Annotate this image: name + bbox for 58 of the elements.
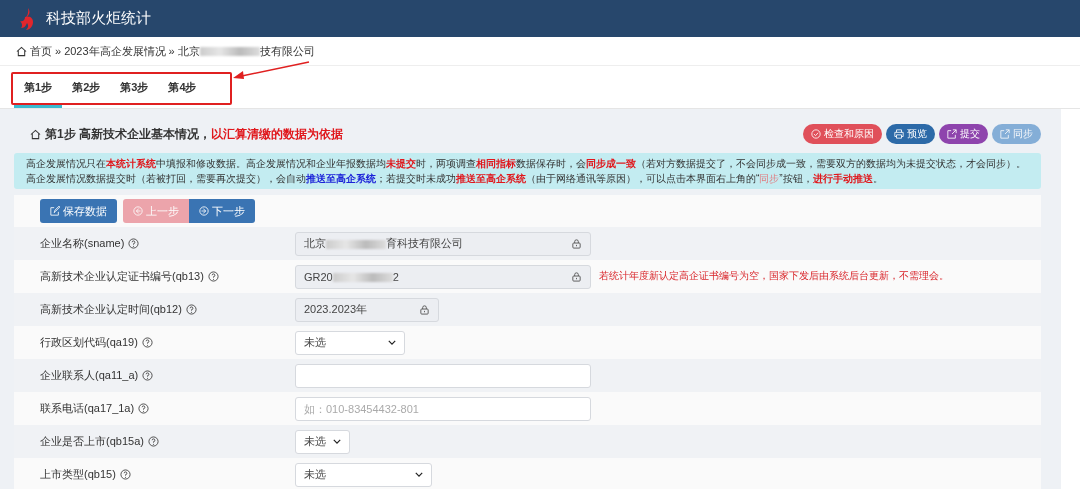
- field-label: 高新技术企业认定时间(qb12): [40, 302, 182, 317]
- caret-icon: [415, 472, 423, 477]
- help-icon[interactable]: [138, 403, 150, 414]
- breadcrumb-link[interactable]: 2023年高企发展情况: [64, 43, 166, 59]
- share-icon: [947, 129, 957, 139]
- edit-icon: [50, 206, 60, 216]
- check-circle-icon: [811, 129, 821, 139]
- left-arrow-icon: [133, 206, 143, 216]
- locked-field: 北京 育科技有限公司: [295, 231, 591, 256]
- home-icon: [30, 128, 41, 140]
- action-button[interactable]: 预览: [886, 124, 935, 144]
- home-icon: [16, 45, 27, 57]
- breadcrumb-separator: »: [168, 45, 175, 57]
- step-tab[interactable]: 第2步: [62, 72, 111, 108]
- select-field[interactable]: 未选: [295, 462, 432, 487]
- field-label: 企业联系人(qa11_a): [40, 368, 139, 383]
- field-label: 行政区划代码(qa19): [40, 335, 138, 350]
- action-button[interactable]: 提交: [939, 124, 988, 144]
- help-icon[interactable]: [128, 238, 140, 249]
- text-field[interactable]: 如：010-83454432-801: [295, 396, 591, 421]
- select-field[interactable]: 未选: [295, 330, 405, 355]
- notice-text: 高企发展情况只在本统计系统中填报和修改数据。高企发展情况和企业年报数据均未提交时，两项调查相同指标数据保存时，会同步成一致（若对方数据提交了，不会同步成一致，需要双方的数据均为未提交状态，才会同步）。高企发展情况数据提交时（若被打回，需要再次提交），会自动推送至高企系统；若提交时未成功推送至高企系统（由于网络通讯等原因），可以点击本界面右上角的“同步”按钮，进行手动推送。: [14, 153, 1041, 189]
- breadcrumb-link[interactable]: 首页: [30, 43, 52, 59]
- blurred-text: [326, 239, 386, 249]
- lock-icon: [419, 304, 430, 315]
- step-tab[interactable]: 第4步: [158, 72, 207, 108]
- help-icon[interactable]: [185, 304, 197, 315]
- caret-icon: [388, 340, 396, 345]
- help-icon[interactable]: [119, 469, 131, 480]
- locked-field: 2023.2023年: [295, 297, 439, 322]
- caret-icon: [333, 439, 341, 444]
- step-tab[interactable]: 第3步: [110, 72, 159, 108]
- field-note: 若统计年度新认定高企证书编号为空，国家下发后由系统后台更新，不需理会。: [599, 270, 949, 283]
- help-icon[interactable]: [142, 370, 154, 381]
- right-arrow-icon: [199, 206, 209, 216]
- section-title: 第1步 高新技术企业基本情况，以汇算清缴的数据为依据: [45, 125, 343, 143]
- field-label: 联系电话(qa17_1a): [40, 401, 135, 416]
- help-icon[interactable]: [207, 271, 219, 282]
- help-icon[interactable]: [147, 436, 159, 447]
- breadcrumb-separator: »: [55, 45, 62, 57]
- select-field[interactable]: 未选: [295, 429, 350, 454]
- locked-field: GR20 2: [295, 264, 591, 289]
- breadcrumb-current: 北京 技有限公司: [177, 43, 315, 59]
- field-label: 企业名称(sname): [40, 236, 125, 251]
- help-icon[interactable]: [141, 337, 153, 348]
- app-title: 科技部火炬统计: [46, 9, 151, 28]
- text-field[interactable]: [295, 363, 591, 388]
- field-label: 上市类型(qb15): [40, 467, 116, 482]
- share-icon: [1000, 129, 1010, 139]
- toolbar-button[interactable]: 下一步: [189, 199, 255, 223]
- lock-icon: [571, 238, 582, 249]
- field-label: 企业是否上市(qb15a): [40, 434, 144, 449]
- action-button[interactable]: 检查和原因: [803, 124, 882, 144]
- printer-icon: [894, 129, 904, 139]
- blurred-text: [332, 273, 393, 283]
- field-label: 高新技术企业认定证书编号(qb13): [40, 269, 204, 284]
- toolbar-button[interactable]: 保存数据: [40, 199, 117, 223]
- lock-icon: [571, 271, 582, 282]
